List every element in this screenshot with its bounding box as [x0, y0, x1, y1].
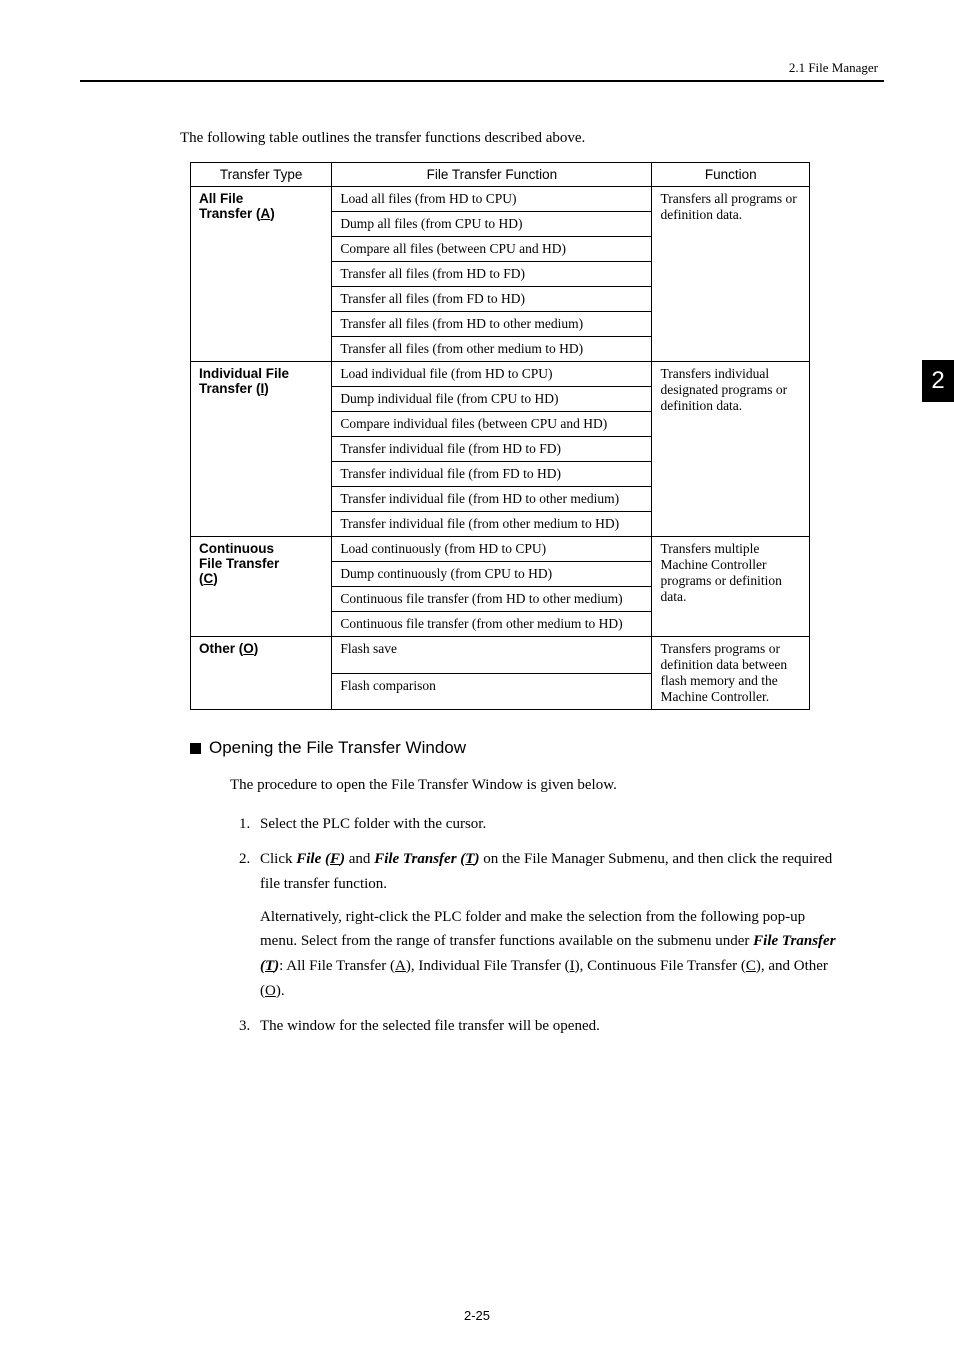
page-header: 2.1 File Manager [80, 60, 884, 82]
square-bullet-icon [190, 743, 201, 754]
func-cell: Load all files (from HD to CPU) [332, 187, 652, 212]
func-cell: Load continuously (from HD to CPU) [332, 537, 652, 562]
section-heading-text: Opening the File Transfer Window [209, 738, 466, 757]
func-cell: Flash comparison [332, 673, 652, 710]
func-cell: Transfer all files (from HD to other med… [332, 312, 652, 337]
desc-cell-individual: Transfers individual designated programs… [652, 362, 810, 537]
table-row: All File Transfer (A) Load all files (fr… [191, 187, 810, 212]
transfer-functions-table: Transfer Type File Transfer Function Fun… [190, 162, 810, 710]
func-cell: Transfer all files (from FD to HD) [332, 287, 652, 312]
func-cell: Continuous file transfer (from HD to oth… [332, 587, 652, 612]
chapter-tab: 2 [922, 360, 954, 402]
func-cell: Compare individual files (between CPU an… [332, 412, 652, 437]
func-cell: Dump individual file (from CPU to HD) [332, 387, 652, 412]
th-function: Function [652, 163, 810, 187]
step-1: Select the PLC folder with the cursor. [254, 812, 884, 837]
th-transfer-type: Transfer Type [191, 163, 332, 187]
desc-cell-all-file: Transfers all programs or definition dat… [652, 187, 810, 362]
func-cell: Dump all files (from CPU to HD) [332, 212, 652, 237]
table-row: Individual File Transfer (I) Load indivi… [191, 362, 810, 387]
intro-paragraph: The following table outlines the transfe… [180, 130, 884, 147]
type-cell-other: Other (O) [191, 637, 332, 710]
table-row: Other (O) Flash save Transfers programs … [191, 637, 810, 674]
th-file-transfer-function: File Transfer Function [332, 163, 652, 187]
func-cell: Transfer all files (from other medium to… [332, 337, 652, 362]
func-cell: Continuous file transfer (from other med… [332, 612, 652, 637]
header-section-label: 2.1 File Manager [80, 60, 884, 76]
table-row: Continuous File Transfer (C) Load contin… [191, 537, 810, 562]
type-cell-individual: Individual File Transfer (I) [191, 362, 332, 537]
func-cell: Transfer individual file (from other med… [332, 512, 652, 537]
section-heading: Opening the File Transfer Window [190, 738, 884, 758]
step-3: The window for the selected file transfe… [254, 1014, 884, 1039]
func-cell: Load individual file (from HD to CPU) [332, 362, 652, 387]
type-cell-continuous: Continuous File Transfer (C) [191, 537, 332, 637]
func-cell: Transfer all files (from HD to FD) [332, 262, 652, 287]
table-header-row: Transfer Type File Transfer Function Fun… [191, 163, 810, 187]
func-cell: Transfer individual file (from HD to oth… [332, 487, 652, 512]
page-number: 2-25 [0, 1308, 954, 1323]
func-cell: Dump continuously (from CPU to HD) [332, 562, 652, 587]
section-intro: The procedure to open the File Transfer … [230, 774, 844, 797]
func-cell: Transfer individual file (from HD to FD) [332, 437, 652, 462]
func-cell: Compare all files (between CPU and HD) [332, 237, 652, 262]
func-cell: Transfer individual file (from FD to HD) [332, 462, 652, 487]
desc-cell-other: Transfers programs or definition data be… [652, 637, 810, 710]
procedure-steps: Select the PLC folder with the cursor. C… [230, 812, 884, 1038]
type-cell-all-file: All File Transfer (A) [191, 187, 332, 362]
step-2: Click File (F) and File Transfer (T) on … [254, 847, 884, 1004]
func-cell: Flash save [332, 637, 652, 674]
desc-cell-continuous: Transfers multiple Machine Controller pr… [652, 537, 810, 637]
header-rule [80, 80, 884, 82]
